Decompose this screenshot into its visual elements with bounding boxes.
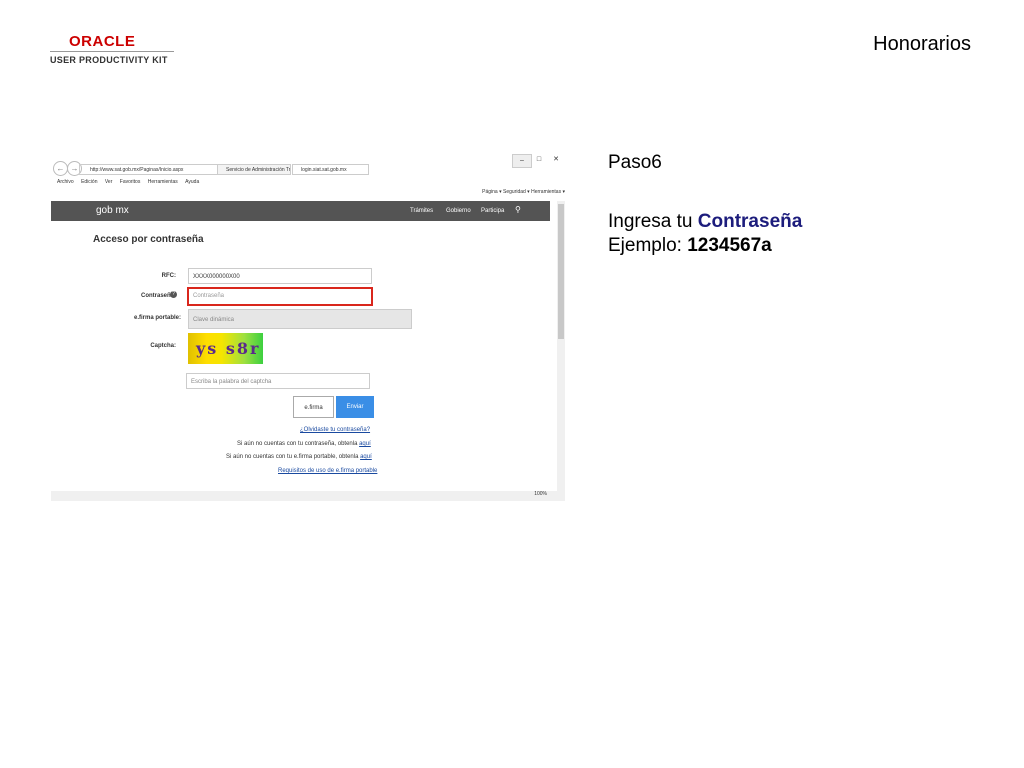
info-icon[interactable]: ?: [170, 291, 177, 298]
logo-subtitle: USER PRODUCTIVITY KIT: [50, 55, 168, 65]
logo-text: ORACLE: [69, 33, 136, 50]
password-label: Contraseña:: [140, 293, 176, 299]
menu-item-edicion[interactable]: Edición: [81, 179, 97, 185]
browser-title-bar: ← → http://www.sat.gob.mx/Paginas/Inicio…: [51, 152, 565, 178]
no-efirma-text: Si aún no cuentas con tu e.firma portabl…: [226, 454, 372, 460]
logo-divider: [50, 51, 174, 52]
tab-sat[interactable]: Servicio de Administración Tri...: [217, 164, 291, 175]
rfc-field[interactable]: XXXX000000X00: [188, 268, 372, 284]
example-prefix: Ejemplo:: [608, 235, 688, 256]
nav-gobierno[interactable]: Gobierno: [446, 208, 471, 214]
requirements-link[interactable]: Requisitos de uso de e.firma portable: [278, 468, 377, 474]
nav-tramites[interactable]: Trámites: [410, 208, 433, 214]
get-password-link[interactable]: aquí: [359, 441, 371, 447]
status-bar: 100%: [51, 491, 565, 501]
instruction-text: Ingresa tu Contraseña Ejemplo: 1234567a: [608, 210, 802, 258]
form-heading: Acceso por contraseña: [93, 234, 204, 245]
get-efirma-link[interactable]: aquí: [360, 454, 372, 460]
efirma-button[interactable]: e.firma: [293, 396, 334, 418]
back-icon[interactable]: ←: [53, 161, 68, 176]
oracle-upk-logo: ORACLE USER PRODUCTIVITY KIT: [50, 33, 174, 67]
captcha-text: ys s8r: [196, 339, 261, 358]
menu-item-ver[interactable]: Ver: [105, 179, 113, 185]
tab-login[interactable]: login.siat.sat.gob.mx: [292, 164, 369, 175]
close-icon[interactable]: ✕: [547, 154, 565, 166]
instruction-highlight: Contraseña: [697, 211, 803, 232]
efirma-field[interactable]: Clave dinámica: [188, 309, 412, 329]
efirma-label: e.firma portable:: [133, 315, 181, 321]
captcha-input[interactable]: Escriba la palabra del captcha: [186, 373, 370, 389]
menu-item-herramientas[interactable]: Herramientas: [148, 179, 178, 185]
page-title: Honorarios: [873, 33, 971, 55]
submit-button[interactable]: Enviar: [336, 396, 374, 418]
no-password-label: Si aún no cuentas con tu contraseña, obt…: [237, 441, 360, 447]
rfc-label: RFC:: [161, 273, 176, 279]
scrollbar-thumb[interactable]: [558, 204, 564, 339]
step-label: Paso6: [608, 152, 662, 173]
gob-header-bar: gob mx Trámites Gobierno Participa ⚲: [51, 201, 550, 221]
password-field[interactable]: Contraseña: [187, 287, 373, 306]
command-bar[interactable]: Página ▾ Seguridad ▾ Herramientas ▾: [51, 189, 565, 201]
example-line: Ejemplo: 1234567a: [608, 234, 802, 258]
instruction-line: Ingresa tu Contraseña: [608, 210, 802, 234]
minimize-icon[interactable]: –: [512, 154, 532, 168]
forgot-password-link[interactable]: ¿Olvidaste tu contraseña?: [300, 427, 370, 433]
menu-item-favoritos[interactable]: Favoritos: [120, 179, 141, 185]
no-efirma-label: Si aún no cuentas con tu e.firma portabl…: [226, 454, 361, 460]
menu-item-ayuda[interactable]: Ayuda: [185, 179, 199, 185]
menu-item-archivo[interactable]: Archivo: [57, 179, 74, 185]
no-password-text: Si aún no cuentas con tu contraseña, obt…: [237, 441, 371, 447]
captcha-label: Captcha:: [150, 343, 176, 349]
restore-icon[interactable]: □: [530, 154, 548, 166]
captcha-image: ys s8r: [188, 333, 263, 364]
zoom-level[interactable]: 100%: [534, 491, 547, 497]
menu-bar: Archivo Edición Ver Favoritos Herramient…: [51, 179, 565, 189]
instruction-prefix: Ingresa tu: [608, 211, 698, 232]
nav-participa[interactable]: Participa: [481, 208, 504, 214]
gob-brand[interactable]: gob mx: [96, 205, 129, 216]
example-value: 1234567a: [687, 235, 772, 256]
browser-screenshot: ← → http://www.sat.gob.mx/Paginas/Inicio…: [51, 152, 565, 501]
search-icon[interactable]: ⚲: [515, 205, 521, 214]
